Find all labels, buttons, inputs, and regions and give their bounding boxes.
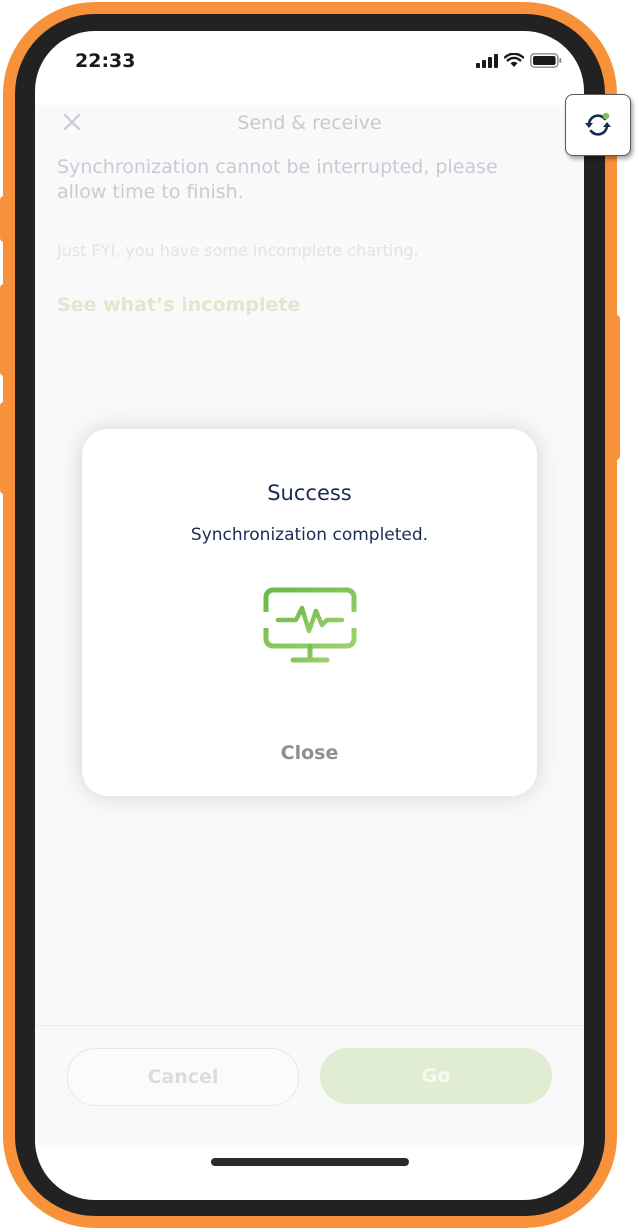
sync-warning-text: Synchronization cannot be interrupted, p… [57, 156, 498, 203]
go-button[interactable]: Go [320, 1048, 552, 1104]
dialog-message: Synchronization completed. [190, 525, 429, 545]
signal-icon [476, 53, 498, 68]
wifi-icon [504, 53, 524, 67]
cancel-button[interactable]: Cancel [67, 1048, 299, 1106]
status-icons [476, 53, 562, 68]
side-button [608, 315, 620, 460]
footer-divider [35, 1025, 584, 1026]
status-time: 22:33 [75, 50, 136, 72]
phone-screen: 22:33 Send & receive Synchronization can… [35, 31, 584, 1200]
status-bar: 22:33 [35, 31, 584, 101]
success-dialog: Success Synchronization completed. Close [82, 429, 537, 796]
see-incomplete-link[interactable]: See what’s incomplete [57, 294, 300, 316]
sync-icon [585, 112, 611, 136]
side-button [0, 196, 12, 242]
side-button [0, 284, 12, 376]
side-button [0, 402, 12, 494]
dialog-title: Success [267, 481, 352, 505]
battery-icon [530, 53, 562, 68]
home-indicator[interactable] [211, 1158, 409, 1166]
dialog-close-button[interactable]: Close [82, 742, 537, 764]
monitor-heartbeat-icon [263, 587, 357, 663]
page-title: Send & receive [237, 112, 382, 134]
sync-button[interactable] [565, 94, 631, 156]
incomplete-charting-note: Just FYI, you have some incomplete chart… [57, 241, 419, 260]
